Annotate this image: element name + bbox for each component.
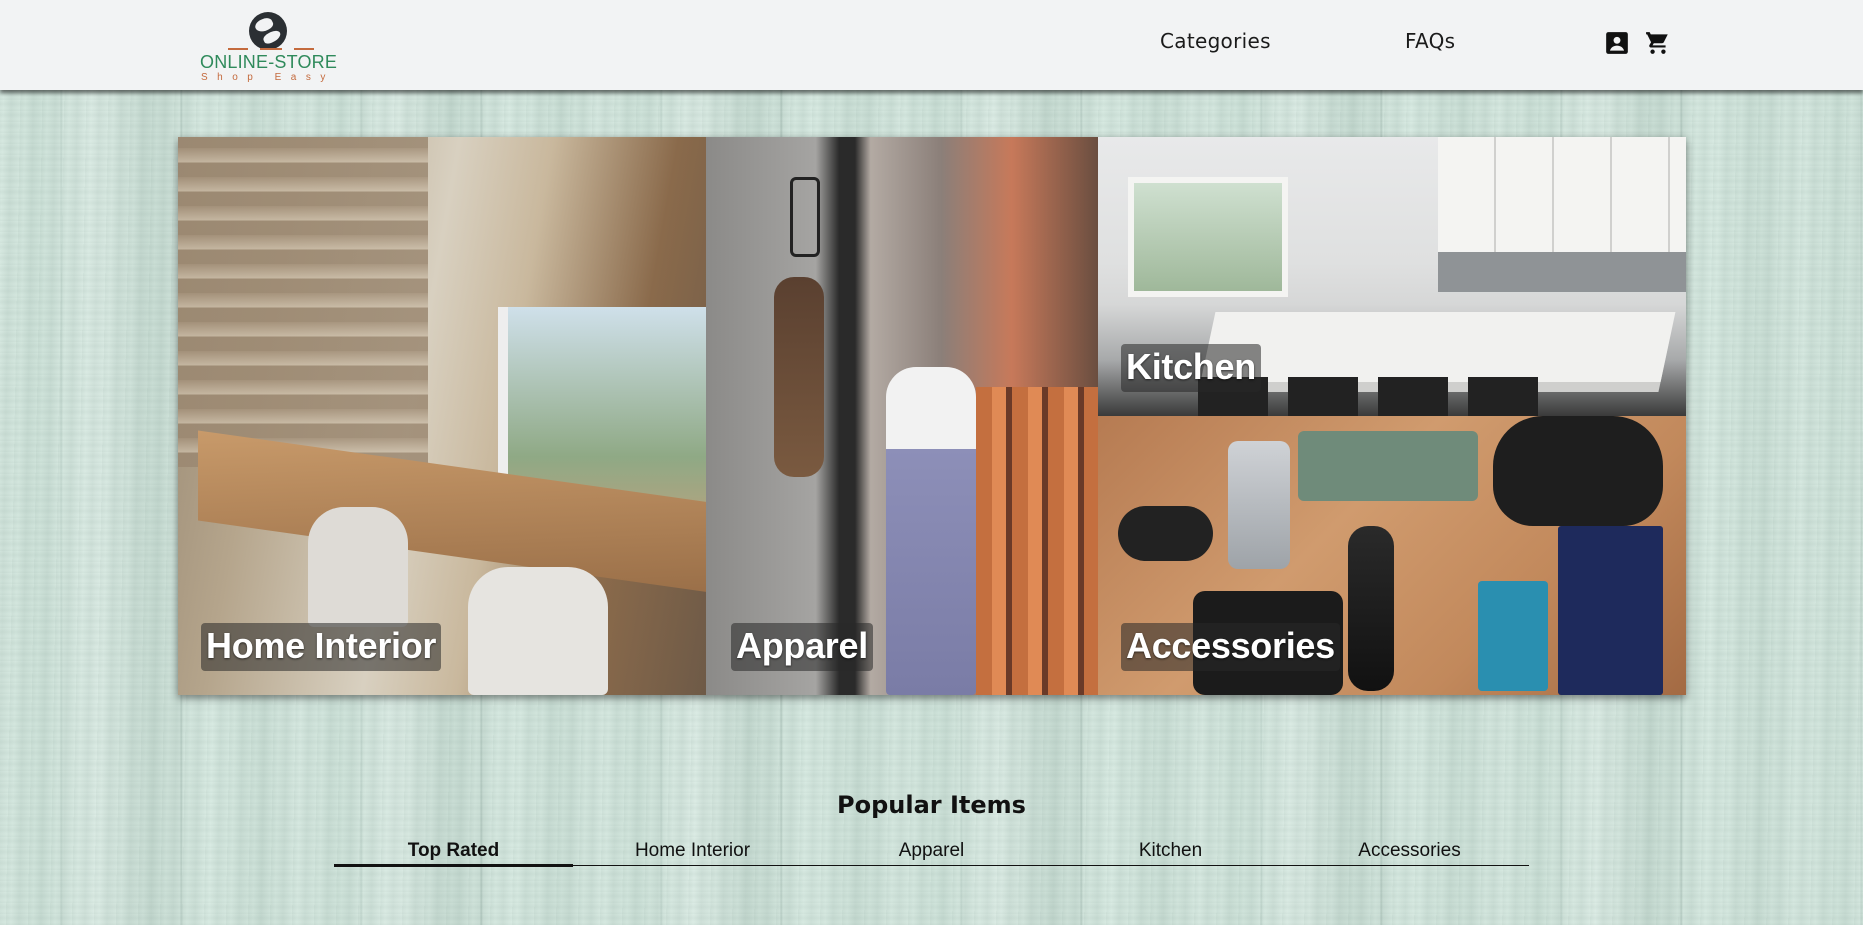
store-logo[interactable]: ONLINE-STORE Shop Easy xyxy=(198,12,342,86)
brick-wall-image xyxy=(178,137,428,467)
mouse-image xyxy=(1118,506,1213,561)
logo-divider xyxy=(294,48,314,50)
tab-top-rated[interactable]: Top Rated xyxy=(334,840,573,862)
notebook-image xyxy=(1558,526,1663,695)
window-image xyxy=(1128,177,1288,297)
nav-categories-link[interactable]: Categories xyxy=(1160,29,1271,53)
category-tile-apparel[interactable]: Apparel xyxy=(706,137,1098,695)
active-tab-indicator xyxy=(334,864,573,867)
nav-faqs-link[interactable]: FAQs xyxy=(1405,29,1455,53)
category-label: Home Interior xyxy=(201,623,442,671)
logo-divider xyxy=(228,48,248,50)
category-tile-home-interior[interactable]: Home Interior xyxy=(178,137,706,695)
watch-image xyxy=(1348,526,1394,691)
tab-accessories[interactable]: Accessories xyxy=(1290,840,1529,862)
hanging-lamp-image xyxy=(790,177,820,257)
hard-drive-image xyxy=(1478,581,1548,691)
logo-divider xyxy=(260,48,282,50)
popular-items-tabs: Top Rated Home Interior Apparel Kitchen … xyxy=(334,836,1529,867)
category-label: Kitchen xyxy=(1121,344,1261,392)
tab-apparel[interactable]: Apparel xyxy=(812,840,1051,862)
chair-image xyxy=(468,567,608,695)
category-label: Apparel xyxy=(731,623,873,671)
logo-tagline: Shop Easy xyxy=(201,72,335,83)
tab-home-interior[interactable]: Home Interior xyxy=(573,840,812,862)
logo-name: ONLINE-STORE xyxy=(200,52,338,72)
category-tile-accessories[interactable]: Accessories xyxy=(1098,416,1686,695)
tab-kitchen[interactable]: Kitchen xyxy=(1051,840,1290,862)
category-gallery: Home Interior Apparel Kitchen Accessorie… xyxy=(178,137,1686,695)
game-controller-image xyxy=(1493,416,1663,526)
dried-flowers-image xyxy=(774,277,824,477)
dress-image xyxy=(886,367,976,695)
cart-icon[interactable] xyxy=(1645,30,1671,56)
speaker-image xyxy=(1298,431,1478,501)
category-tile-kitchen[interactable]: Kitchen xyxy=(1098,137,1686,416)
backsplash-image xyxy=(1438,252,1686,292)
logo-swirl-icon xyxy=(249,12,287,50)
cabinets-image xyxy=(1438,137,1686,252)
clothing-rack-image xyxy=(976,387,1098,695)
category-label: Accessories xyxy=(1121,623,1340,671)
account-icon[interactable] xyxy=(1604,30,1630,56)
site-header: ONLINE-STORE Shop Easy Categories FAQs xyxy=(0,0,1863,90)
phone-image xyxy=(1228,441,1290,569)
popular-items-title: Popular Items xyxy=(837,791,1026,819)
chair-image xyxy=(308,507,408,627)
island-counter-image xyxy=(1200,312,1676,382)
